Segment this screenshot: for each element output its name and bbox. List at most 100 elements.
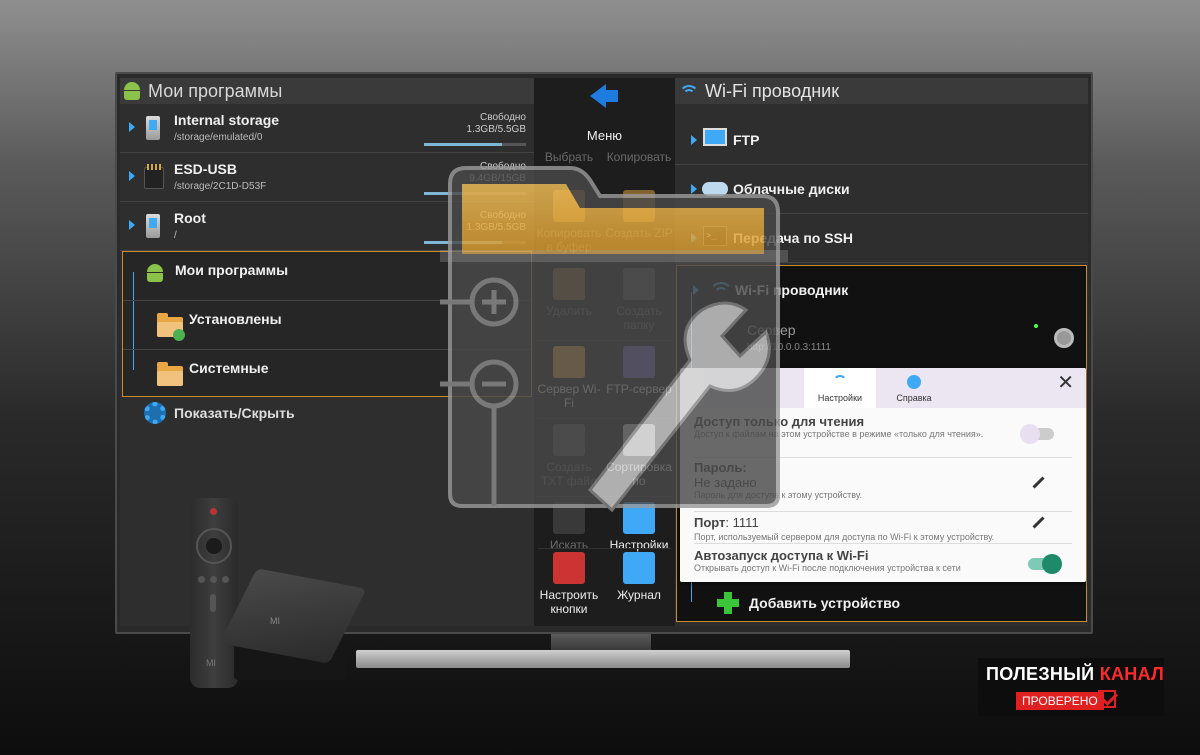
cloud-icon	[702, 182, 728, 196]
menu-item[interactable]: Копировать в буфер	[534, 190, 604, 254]
menu-item-label: Журнал	[617, 588, 661, 602]
left-pane-title: Мои программы	[148, 80, 283, 101]
storage-name: Internal storage	[174, 112, 280, 128]
storage-row-root[interactable]: Root / Свободно 1.3GB/5.5GB	[120, 202, 534, 251]
android-icon	[122, 82, 142, 100]
tv-neck	[551, 634, 651, 650]
expand-arrow-icon[interactable]	[691, 135, 697, 145]
menu-item-label: Создать ZIP	[605, 226, 673, 240]
read-only-toggle[interactable]	[1020, 424, 1054, 444]
power-button-icon	[210, 508, 217, 515]
menu-item-icon	[553, 502, 585, 534]
expand-arrow-icon[interactable]	[691, 233, 697, 243]
server-name: Сервер	[747, 322, 796, 338]
tv-screen: Мои программы Internal storage /storage/…	[120, 78, 1088, 626]
storage-usage-bar	[424, 241, 526, 244]
show-hide-item[interactable]: Показать/Скрыть	[144, 402, 295, 424]
menu-item-icon	[553, 190, 585, 222]
menu-item-label: Сортировка по	[606, 460, 672, 488]
autostart-toggle[interactable]	[1028, 554, 1062, 574]
cloud-drives-item[interactable]: Облачные диски	[675, 165, 1088, 214]
tv-remote: MI	[190, 498, 238, 688]
option-title: Пароль:	[694, 460, 747, 475]
system-apps-label: Системные	[189, 360, 269, 376]
menu-item[interactable]: Создать TXT файл	[534, 424, 604, 488]
storage-usage-bar	[424, 143, 526, 146]
option-title: Порт	[694, 515, 726, 530]
password-option[interactable]: Пароль: Не задано Пароль для доступа к э…	[694, 460, 1072, 512]
read-only-option[interactable]: Доступ только для чтения Доступ к файлам…	[694, 414, 1072, 458]
tab-help[interactable]: Справка	[878, 368, 950, 408]
port-option[interactable]: Порт: 1111 Порт, используемый сервером д…	[694, 514, 1072, 544]
verified-badge: ПРОВЕРЕНО	[1016, 692, 1104, 710]
menu-item[interactable]: FTP-сервер	[604, 346, 674, 396]
menu-item-icon	[553, 268, 585, 300]
menu-title: Меню	[586, 128, 623, 143]
close-icon[interactable]: ✕	[1057, 370, 1074, 395]
wifi-explorer-header[interactable]: Wi-Fi проводник	[677, 266, 1086, 315]
expand-arrow-icon[interactable]	[693, 285, 699, 295]
menu-item[interactable]: Журнал	[604, 552, 674, 602]
port-value: 1111	[732, 515, 759, 530]
storage-name: ESD-USB	[174, 161, 238, 177]
menu-item[interactable]: Сортировка по	[604, 424, 674, 488]
expand-arrow-icon[interactable]	[129, 220, 135, 230]
storage-row-internal[interactable]: Internal storage /storage/emulated/0 Сво…	[120, 104, 534, 153]
left-pane-title-bar: Мои программы	[120, 78, 534, 104]
expand-arrow-icon[interactable]	[129, 171, 135, 181]
menu-item-icon	[623, 190, 655, 222]
menu-item[interactable]: Создать ZIP	[604, 190, 674, 240]
menu-item[interactable]: Удалить	[534, 268, 604, 318]
expand-arrow-icon[interactable]	[691, 184, 697, 194]
dpad-icon	[196, 528, 232, 564]
monitor-icon	[703, 128, 727, 146]
menu-divider	[538, 496, 671, 497]
server-item[interactable]: Сервер http://10.0.0.3:1111	[717, 322, 831, 353]
add-device-button[interactable]: Добавить устройство	[717, 592, 900, 614]
menu-item[interactable]: Создать папку	[604, 268, 674, 332]
expand-arrow-icon[interactable]	[129, 122, 135, 132]
folder-icon	[157, 362, 183, 386]
system-apps-item[interactable]: Системные	[123, 350, 531, 399]
remote-logo: MI	[206, 658, 216, 668]
storage-path: /storage/emulated/0	[174, 132, 263, 143]
menu-item[interactable]: Копировать	[604, 150, 674, 164]
option-title: Автозапуск доступа к Wi-Fi	[694, 548, 869, 563]
storage-row-usb[interactable]: ESD-USB /storage/2C1D-D53F Свободно 9.4GB…	[120, 153, 534, 202]
right-pane-title: Wi-Fi проводник	[705, 80, 840, 101]
menu-item[interactable]: Искать	[534, 502, 604, 552]
sd-card-icon	[144, 164, 164, 189]
gear-icon	[144, 402, 166, 424]
storage-path: /	[174, 230, 177, 241]
menu-item[interactable]: Настройки	[604, 502, 674, 552]
checkmark-icon	[1098, 690, 1116, 708]
server-radio-button[interactable]	[1054, 328, 1074, 348]
autostart-option[interactable]: Автозапуск доступа к Wi-Fi Открывать дос…	[694, 548, 1072, 580]
menu-item[interactable]: Настроить кнопки	[534, 552, 604, 616]
password-value: Не задано	[694, 475, 757, 490]
plus-icon	[717, 592, 739, 614]
back-arrow-icon[interactable]	[590, 82, 620, 110]
installed-apps-item[interactable]: Установлены	[123, 301, 531, 350]
show-hide-label: Показать/Скрыть	[174, 405, 295, 421]
tab-settings[interactable]: Настройки	[804, 368, 876, 408]
add-device-label: Добавить устройство	[749, 595, 901, 611]
storage-free: Свободно 9.4GB/15GB	[469, 161, 526, 184]
channel-watermark: ПОЛЕЗНЫЙ КАНАЛ ПРОВЕРЕНО	[978, 658, 1164, 716]
help-icon	[907, 375, 921, 389]
context-menu: Меню Выбрать Копировать Копировать в буфер…	[534, 78, 675, 626]
ssh-label: Передача по SSH	[733, 230, 853, 246]
menu-item[interactable]: Сервер Wi-Fi	[534, 346, 604, 410]
option-description: Пароль для доступа к этому устройству.	[694, 490, 862, 500]
ftp-item[interactable]: FTP	[675, 116, 1088, 165]
menu-item-label: FTP-сервер	[606, 382, 672, 396]
menu-item[interactable]: Выбрать	[534, 150, 604, 164]
menu-item-label: Сервер Wi-Fi	[537, 382, 601, 410]
phone-storage-icon	[146, 214, 160, 238]
ftp-label: FTP	[733, 132, 760, 148]
wifi-icon	[833, 375, 847, 389]
android-icon	[145, 264, 165, 282]
ssh-item[interactable]: >_ Передача по SSH	[675, 214, 1088, 263]
my-apps-header[interactable]: Мои программы	[123, 252, 531, 301]
cloud-drives-label: Облачные диски	[733, 181, 850, 197]
